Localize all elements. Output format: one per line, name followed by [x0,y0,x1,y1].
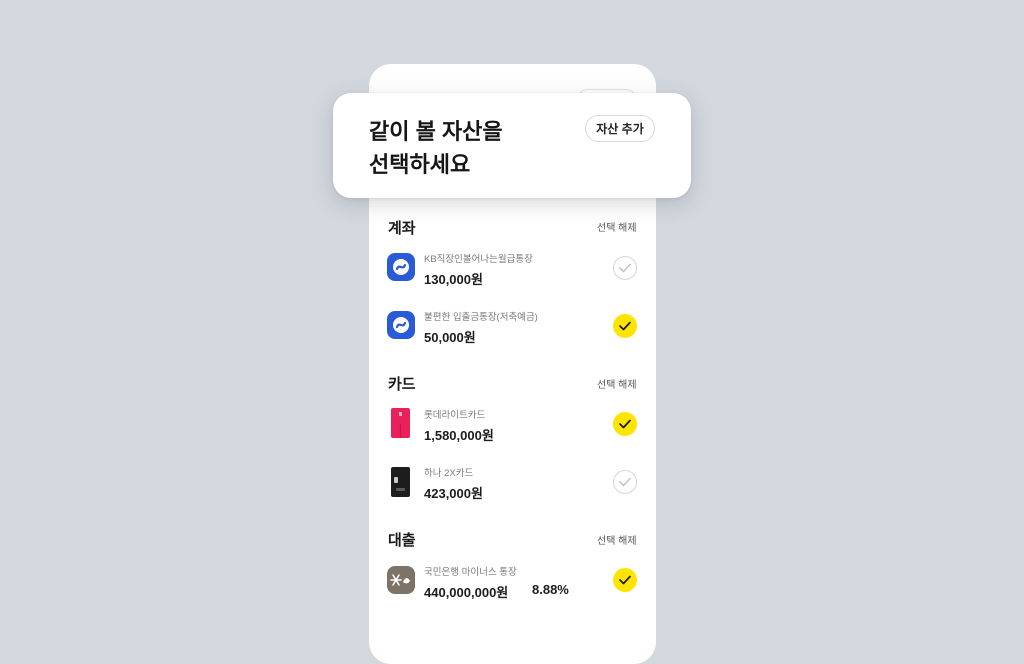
page-title: 같이 볼 자산을 선택하세요 [369,115,589,181]
header-card: 같이 볼 자산을 선택하세요 자산 추가 [333,93,691,198]
item-name: 국민은행 마이너스 통장 [424,567,517,578]
red-card-icon [391,408,410,438]
item-name: 롯데라이트카드 [424,410,486,421]
add-asset-button[interactable]: 자산 추가 [585,115,655,142]
section-title-cards: 카드 [388,376,416,393]
item-name: KB직장인볼어나는월급통장 [424,254,533,265]
black-card-icon [391,467,410,497]
interest-rate: 8.88% [532,582,569,597]
check-icon [619,263,631,273]
page-title-line2: 선택하세요 [369,152,471,177]
item-amount: 50,000원 [424,330,476,345]
page-title-line1: 같이 볼 자산을 [369,119,503,144]
item-amount: 1,580,000원 [424,428,494,443]
item-amount: 423,000원 [424,486,483,501]
checkbox-checked[interactable] [613,412,637,436]
checkbox-unchecked[interactable] [613,470,637,494]
checkbox-checked[interactable] [613,314,637,338]
checkbox-checked[interactable] [613,568,637,592]
deselect-accounts-button[interactable]: 선택 해제 [597,219,637,234]
deselect-loans-button[interactable]: 선택 해제 [597,532,637,547]
section-title-accounts: 계좌 [388,220,416,237]
checkbox-unchecked[interactable] [613,256,637,280]
check-icon [619,321,631,331]
deselect-cards-button[interactable]: 선택 해제 [597,376,637,391]
kb-loan-icon [387,566,415,594]
item-amount: 130,000원 [424,272,483,287]
kb-bank-icon [387,311,415,339]
item-amount: 440,000,000원 [424,585,509,600]
check-icon [619,477,631,487]
check-icon [619,575,631,585]
item-name: 불편한 입출금통장(저축예금) [424,312,538,323]
item-name: 하나 2X카드 [424,468,474,479]
check-icon [619,419,631,429]
kb-bank-icon [387,253,415,281]
section-title-loans: 대출 [388,532,416,549]
